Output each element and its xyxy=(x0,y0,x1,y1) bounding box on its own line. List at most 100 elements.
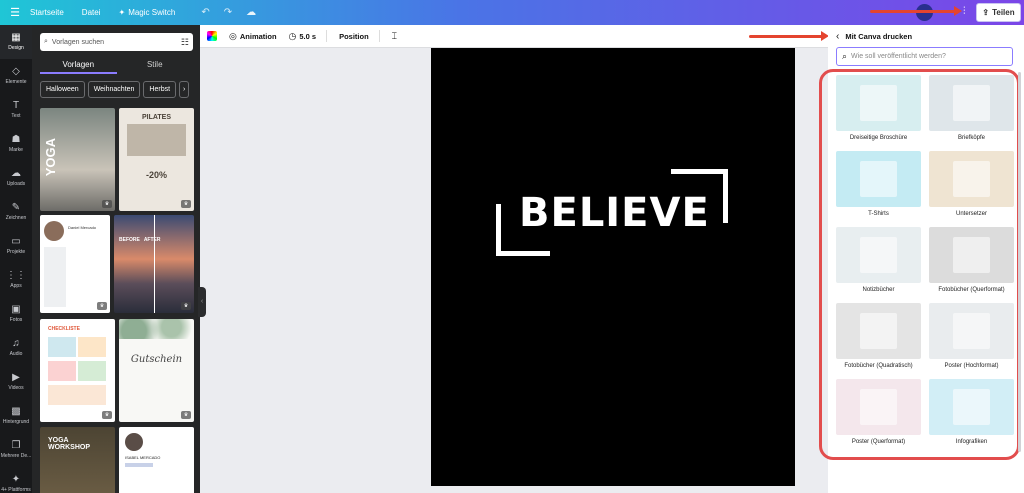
menu-home[interactable]: Startseite xyxy=(30,8,64,17)
undo-icon[interactable]: ↶ xyxy=(201,7,209,18)
duration-label: 5.0 s xyxy=(299,31,317,41)
design-artboard[interactable]: BELIEVE xyxy=(431,48,795,486)
template-pilates-title: PILATES xyxy=(141,114,172,121)
premium-crown-icon: ♛ xyxy=(102,200,112,208)
yoga-workshop-title: YOGA WORKSHOP xyxy=(48,437,90,451)
template-cv-isabel[interactable]: ISABEL MERCADO xyxy=(119,427,194,493)
sidebar-item-5[interactable]: ✎ Zeichnen xyxy=(0,195,32,229)
print-panel-header: ‹ Mit Canva drucken xyxy=(836,31,912,42)
rail-label: Design xyxy=(8,45,24,51)
rail-label: Hintergrund xyxy=(2,419,30,425)
template-search-input[interactable]: ⌕ Vorlagen suchen ☷ xyxy=(40,33,193,51)
rail-label: Projekte xyxy=(6,249,26,255)
category-chip[interactable]: Weihnachten xyxy=(87,81,141,98)
category-chips: Halloween Weihnachten Herbst › xyxy=(40,81,190,98)
template-yoga-poster[interactable]: YOGA ♛ xyxy=(40,108,115,211)
tab-styles[interactable]: Stile xyxy=(117,58,194,74)
resume-name: Daniel Mercado xyxy=(68,225,97,230)
sidebar-item-2[interactable]: T Text xyxy=(0,93,32,127)
sidebar-item-3[interactable]: ☗ Marke xyxy=(0,127,32,161)
toolbar-divider xyxy=(326,30,328,42)
redo-icon[interactable]: ↷ xyxy=(224,7,232,18)
print-search-input[interactable]: ⌕ Wie soll veröffentlicht werden? xyxy=(836,47,1013,66)
hamburger-icon[interactable]: ☰ xyxy=(0,6,30,19)
highlight-box xyxy=(819,69,1020,460)
template-resume[interactable]: Daniel Mercado ♛ xyxy=(40,215,110,313)
template-checklist[interactable]: CHECKLISTE ♛ xyxy=(40,319,115,422)
rail-icon: ♫ xyxy=(12,338,20,349)
rail-icon: ◇ xyxy=(12,66,20,77)
sidebar-item-8[interactable]: ▣ Fotos xyxy=(0,297,32,331)
cloud-sync-icon[interactable]: ☁ xyxy=(246,7,256,18)
collapse-panel-handle[interactable]: ‹ xyxy=(198,287,206,317)
gutschein-title: Gutschein xyxy=(130,354,183,365)
tab-templates[interactable]: Vorlagen xyxy=(40,58,117,74)
share-label: Teilen xyxy=(992,8,1015,17)
editor-toolbar: ◎ Animation ◷ 5.0 s Position ⌶ xyxy=(200,25,828,48)
rail-icon: ☁ xyxy=(11,168,21,179)
checklist-block-1 xyxy=(48,337,76,357)
sidebar-item-12[interactable]: ❐ Mehrere De... xyxy=(0,433,32,467)
believe-text[interactable]: BELIEVE xyxy=(519,190,710,236)
template-pilates-flyer[interactable]: PILATES -20% ♛ xyxy=(119,108,194,211)
menu-magic-switch[interactable]: ✦ Magic Switch xyxy=(118,8,175,17)
rail-label: 4+ Plattforms xyxy=(1,487,31,493)
sidebar-item-10[interactable]: ▶ Videos xyxy=(0,365,32,399)
template-yoga-title: YOGA xyxy=(43,138,58,177)
templates-panel: ⌕ Vorlagen suchen ☷ Vorlagen Stile Hallo… xyxy=(32,25,200,493)
sidebar-item-4[interactable]: ☁ Uploads xyxy=(0,161,32,195)
resume-sidebar xyxy=(44,247,66,307)
insights-icon[interactable]: ⫶ xyxy=(963,6,966,17)
animation-icon: ◎ xyxy=(229,30,237,41)
premium-crown-icon: ♛ xyxy=(181,302,191,310)
rail-label: Text xyxy=(11,113,21,119)
panel-tabs: Vorlagen Stile xyxy=(40,58,193,74)
template-gutschein[interactable]: Gutschein ♛ xyxy=(119,319,194,422)
position-button[interactable]: Position xyxy=(339,32,369,41)
template-pilates-discount: -20% xyxy=(145,170,167,180)
print-search-placeholder: Wie soll veröffentlicht werden? xyxy=(851,53,946,60)
toolbar-divider xyxy=(378,30,380,42)
rail-icon: ▩ xyxy=(11,406,21,417)
checklist-block-5 xyxy=(48,385,106,405)
back-arrow-icon[interactable]: ‹ xyxy=(836,31,839,42)
share-button[interactable]: ⇪ Teilen xyxy=(976,3,1021,22)
color-picker-icon[interactable] xyxy=(207,31,217,41)
left-rail: ▦ Design ◇ Elemente T Text ☗ Marke ☁ Uploads ✎ Zeic… xyxy=(0,25,32,493)
rail-label: Fotos xyxy=(9,317,23,323)
format-painter-icon[interactable]: ⌶ xyxy=(392,31,397,42)
sidebar-item-0[interactable]: ▦ Design xyxy=(0,25,32,59)
search-icon: ⌕ xyxy=(842,51,848,61)
menu-file[interactable]: Datei xyxy=(82,8,101,17)
checklist-block-2 xyxy=(78,337,106,357)
duration-button[interactable]: ◷ 5.0 s xyxy=(289,31,317,42)
rail-label: Elemente xyxy=(5,79,27,85)
rail-icon: ▦ xyxy=(11,32,21,43)
rail-label: Marke xyxy=(9,147,23,153)
position-label: Position xyxy=(339,31,369,41)
print-panel-scrollbar[interactable] xyxy=(1018,72,1021,452)
chips-next-arrow[interactable]: › xyxy=(179,81,190,98)
category-chip[interactable]: Herbst xyxy=(143,81,177,98)
animation-button[interactable]: ◎ Animation xyxy=(229,31,277,42)
sidebar-item-7[interactable]: ⋮⋮ Apps xyxy=(0,263,32,297)
template-pier-before-after[interactable]: BEFORE AFTER ♛ xyxy=(114,215,194,313)
sidebar-item-11[interactable]: ▩ Hintergrund xyxy=(0,399,32,433)
sidebar-item-6[interactable]: ▭ Projekte xyxy=(0,229,32,263)
template-yoga-workshop[interactable]: YOGA WORKSHOP xyxy=(40,427,115,493)
rail-icon: ▣ xyxy=(11,304,21,315)
category-chip[interactable]: Halloween xyxy=(40,81,85,98)
rail-icon: T xyxy=(12,100,20,111)
rail-label: Videos xyxy=(8,385,24,391)
sparkle-icon: ✦ xyxy=(118,8,126,17)
sidebar-item-1[interactable]: ◇ Elemente xyxy=(0,59,32,93)
sidebar-item-9[interactable]: ♫ Audio xyxy=(0,331,32,365)
arrow-to-print-panel xyxy=(749,31,829,41)
checklist-block-4 xyxy=(78,361,106,381)
animation-label: Animation xyxy=(239,31,277,41)
rail-label: Audio xyxy=(9,351,23,357)
rail-icon: ❐ xyxy=(11,440,21,451)
premium-crown-icon: ♛ xyxy=(102,411,112,419)
sidebar-item-13[interactable]: ✦ 4+ Plattforms xyxy=(0,467,32,493)
filter-icon[interactable]: ☷ xyxy=(181,37,189,48)
